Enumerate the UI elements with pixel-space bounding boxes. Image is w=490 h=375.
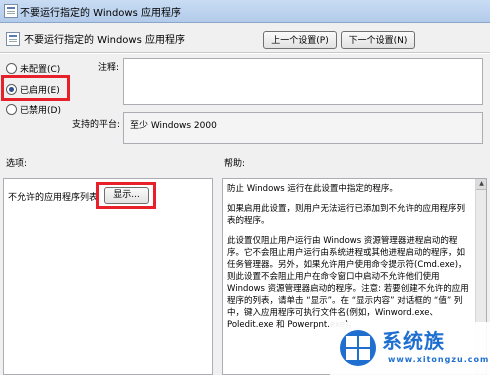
title-bar: 不要运行指定的 Windows 应用程序	[0, 0, 490, 23]
disallowed-list-label: 不允许的应用程序列表	[8, 193, 99, 203]
help-paragraph: 防止 Windows 运行在此设置中指定的程序。	[227, 184, 398, 194]
windows-logo-icon	[340, 330, 376, 366]
policy-icon	[6, 32, 20, 46]
help-label: 帮助:	[224, 159, 246, 169]
radio-not-configured[interactable]: 未配置(C)	[6, 62, 60, 76]
radio-button[interactable]	[6, 104, 17, 115]
previous-setting-button[interactable]: 上一个设置(P)	[263, 31, 337, 49]
radio-label: 已禁用(D)	[20, 106, 61, 116]
help-paragraph: 如果启用此设置，则用户无法运行已添加到不允许的应用程序列表的程序。	[227, 204, 466, 226]
header-divider	[0, 52, 490, 54]
comment-label: 注释:	[98, 63, 120, 73]
supported-label: 支持的平台:	[72, 120, 121, 130]
window-title: 不要运行指定的 Windows 应用程序	[20, 8, 181, 19]
comment-field[interactable]	[123, 58, 483, 105]
highlight-box-show	[96, 182, 156, 209]
radio-button[interactable]	[6, 63, 17, 74]
watermark-url: www.xitongzu.com	[388, 355, 490, 364]
supported-field: 至少 Windows 2000	[123, 112, 483, 144]
watermark-brand: 系统族	[382, 329, 445, 353]
next-setting-button[interactable]: 下一个设置(N)	[341, 31, 415, 49]
radio-label: 未配置(C)	[20, 65, 61, 75]
highlight-box-enabled	[1, 75, 70, 101]
help-paragraph: 此设置仅阻止用户运行由 Windows 资源管理器进程启动的程序。它不会阻止用户…	[227, 236, 469, 330]
setting-title: 不要运行指定的 Windows 应用程序	[24, 35, 185, 46]
policy-icon	[4, 4, 18, 18]
scroll-up-arrow-icon[interactable]: ▲	[476, 179, 486, 190]
radio-disabled[interactable]: 已禁用(D)	[6, 103, 61, 117]
options-label: 选项:	[6, 159, 28, 169]
supported-value: 至少 Windows 2000	[130, 121, 217, 131]
